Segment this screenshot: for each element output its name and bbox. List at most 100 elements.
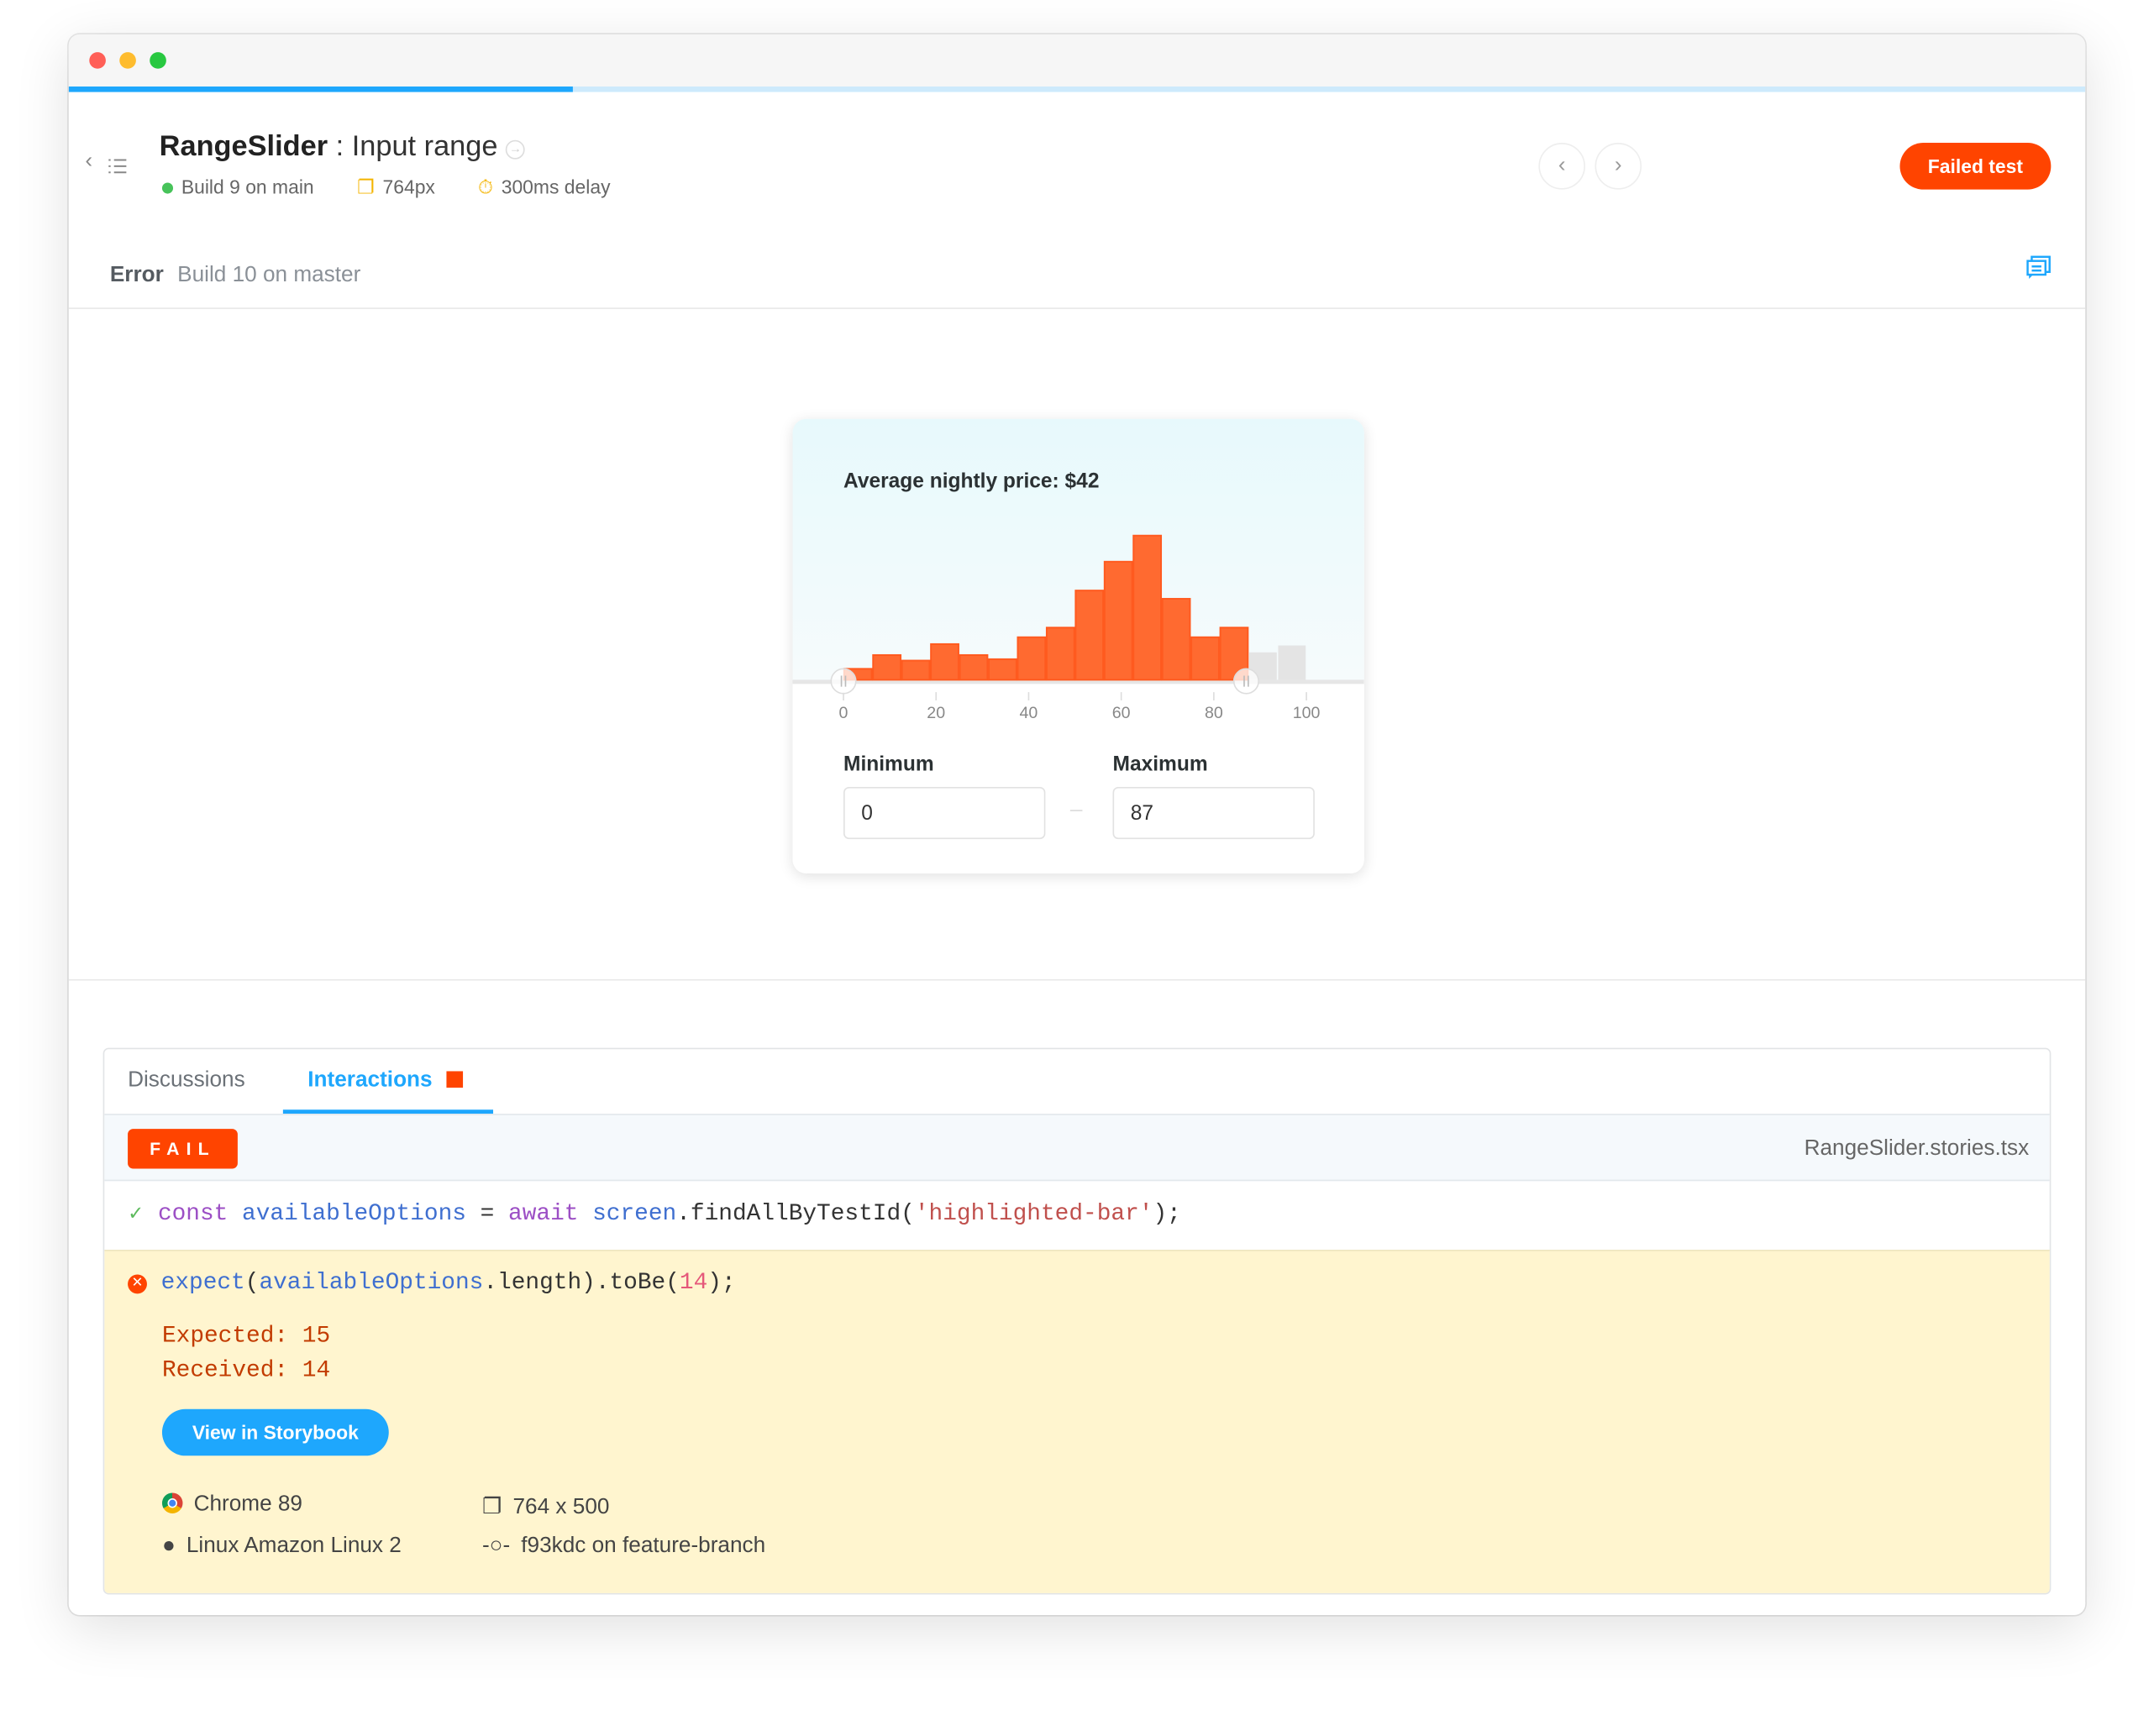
code-token: await <box>508 1201 579 1228</box>
x-tick-label: 40 <box>1020 704 1038 722</box>
arrow-right-circle-icon[interactable]: → <box>506 139 525 160</box>
size-label: 764 x 500 <box>512 1495 610 1519</box>
code-token: ); <box>1153 1201 1181 1228</box>
commit-label: f93kdc on feature-branch <box>521 1534 766 1558</box>
os-info: ● Linux Amazon Linux 2 <box>162 1534 402 1559</box>
x-tick-label: 20 <box>927 704 945 722</box>
code-token: 14 <box>679 1270 708 1297</box>
error-icon: ✕ <box>128 1274 147 1294</box>
highlighted-bar <box>1074 590 1105 681</box>
commit-icon: -○- <box>481 1534 511 1558</box>
code-token: .length).toBe( <box>483 1270 680 1297</box>
divider <box>68 978 2086 981</box>
fail-indicator-icon <box>445 1071 463 1088</box>
highlighted-bar <box>1190 636 1220 681</box>
highlighted-bar <box>1161 597 1191 681</box>
highlighted-bar <box>1017 636 1047 681</box>
status-build: Build 10 on master <box>177 263 361 287</box>
page-title: RangeSlider : Input range → <box>160 130 525 163</box>
list-icon[interactable] <box>108 156 127 181</box>
stage: ‹ RangeSlider : Input range → Build 9 on… <box>0 0 2154 1736</box>
fail-badge: FAIL <box>128 1129 238 1169</box>
bar <box>1278 645 1306 680</box>
interactions-panel: Discussions Interactions FAIL RangeSlide… <box>102 1047 2052 1595</box>
component-name: RangeSlider <box>159 130 328 162</box>
range-dash: – <box>1069 798 1083 821</box>
next-button[interactable]: › <box>1594 143 1642 190</box>
build-info: Build 9 on main <box>161 176 314 198</box>
tab-interactions-label: Interactions <box>307 1068 433 1092</box>
maximum-label: Maximum <box>1112 753 1208 776</box>
progress-bar <box>68 87 2086 92</box>
commit-info: -○- f93kdc on feature-branch <box>482 1534 765 1559</box>
x-tick-label: 0 <box>839 704 848 722</box>
viewport-info: ❐ 764px <box>357 176 435 199</box>
highlighted-bar <box>959 654 989 681</box>
range-slider-card: Average nightly price: $42 0 20 40 60 80 100 … <box>792 418 1364 873</box>
apple-icon: ● <box>161 1534 176 1558</box>
view-in-storybook-button[interactable]: View in Storybook <box>161 1408 389 1456</box>
tab-interactions[interactable]: Interactions <box>307 1068 463 1093</box>
highlighted-bar <box>1132 534 1163 681</box>
back-chevron-icon[interactable]: ‹ <box>85 149 92 174</box>
code-token: expect <box>160 1270 245 1297</box>
highlighted-bar <box>930 642 959 681</box>
step-failed[interactable]: ✕ expect(availableOptions.length).toBe(1… <box>128 1271 736 1297</box>
comments-icon[interactable] <box>2026 255 2051 287</box>
build-label: Build 9 on main <box>181 176 314 198</box>
browser-window: ‹ RangeSlider : Input range → Build 9 on… <box>68 34 2086 1615</box>
minimum-input[interactable] <box>843 786 1046 840</box>
min-handle[interactable] <box>830 668 857 695</box>
status-label: Error <box>109 263 164 287</box>
code-token: ( <box>244 1270 260 1297</box>
x-tick-label: 100 <box>1293 704 1321 722</box>
histogram-chart[interactable]: 0 20 40 60 80 100 <box>792 515 1364 735</box>
close-window-button[interactable] <box>89 52 106 69</box>
delay-info: ⏱ 300ms delay <box>478 176 610 199</box>
highlighted-bar <box>1045 627 1075 681</box>
status-dot-icon <box>161 182 174 194</box>
result-header: FAIL RangeSlider.stories.tsx <box>104 1114 2050 1182</box>
code-token: availableOptions <box>242 1201 466 1228</box>
x-tick-label: 80 <box>1205 704 1223 722</box>
story-file[interactable]: RangeSlider.stories.tsx <box>1805 1137 2030 1162</box>
check-icon: ✓ <box>128 1203 144 1225</box>
previous-button[interactable]: ‹ <box>1538 143 1586 190</box>
step-passed[interactable]: ✓ const availableOptions = await screen.… <box>128 1202 1181 1228</box>
max-handle[interactable] <box>1232 668 1259 695</box>
highlighted-bar <box>872 654 902 681</box>
average-price-title: Average nightly price: $42 <box>843 469 1100 494</box>
x-tick-label: 60 <box>1112 704 1131 722</box>
delay-label: 300ms delay <box>501 176 611 198</box>
chrome-icon <box>161 1492 183 1513</box>
title-bar <box>68 34 2086 87</box>
minimize-window-button[interactable] <box>119 52 136 69</box>
code-token: const <box>157 1201 229 1228</box>
browser-label: Chrome 89 <box>193 1492 302 1517</box>
divider <box>68 307 2086 309</box>
code-token: screen <box>592 1201 677 1228</box>
viewport-size-info: ❐ 764 x 500 <box>482 1492 609 1520</box>
code-token: = <box>465 1201 509 1228</box>
code-token: 'highlighted-bar' <box>914 1201 1153 1228</box>
failed-test-button[interactable]: Failed test <box>1899 143 2052 190</box>
received-value: Received: 14 <box>161 1358 331 1385</box>
code-token: .findAllByTestId( <box>676 1201 915 1228</box>
progress-fill <box>68 87 573 92</box>
maximize-window-button[interactable] <box>150 52 166 69</box>
highlighted-bar <box>901 659 931 681</box>
tab-discussions[interactable]: Discussions <box>128 1068 245 1093</box>
viewport-icon: ❐ <box>357 176 375 198</box>
minimum-label: Minimum <box>843 753 934 776</box>
code-token: ); <box>707 1270 736 1297</box>
title-separator: : <box>328 130 352 162</box>
browser-info: Chrome 89 <box>161 1492 302 1517</box>
story-name: Input range <box>351 130 498 162</box>
expected-value: Expected: 15 <box>161 1324 331 1351</box>
viewport-icon: ❐ <box>481 1495 502 1519</box>
maximum-input[interactable] <box>1112 786 1315 840</box>
failed-step: ✕ expect(availableOptions.length).toBe(1… <box>104 1250 2050 1593</box>
code-token: availableOptions <box>259 1270 484 1297</box>
highlighted-bar <box>988 658 1017 681</box>
viewport-label: 764px <box>382 176 435 198</box>
